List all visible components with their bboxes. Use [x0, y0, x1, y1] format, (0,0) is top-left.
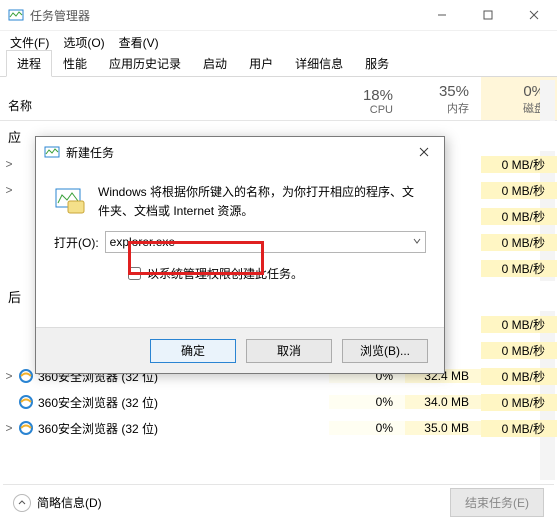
- mem-label: 内存: [447, 100, 469, 116]
- ok-button[interactable]: 确定: [150, 339, 236, 363]
- cell-disk: 0 MB/秒: [481, 394, 557, 411]
- process-icon: [18, 394, 36, 410]
- admin-checkbox[interactable]: [128, 267, 141, 280]
- process-icon: [18, 234, 36, 250]
- cell-disk: 0 MB/秒: [481, 260, 557, 277]
- expand-icon[interactable]: >: [0, 157, 18, 171]
- browse-button[interactable]: 浏览(B)...: [342, 339, 428, 363]
- process-icon: [18, 156, 36, 172]
- cell-mem: 35.0 MB: [405, 421, 481, 435]
- cell-disk: 0 MB/秒: [481, 156, 557, 173]
- app-icon: [8, 7, 24, 23]
- cell-disk: 0 MB/秒: [481, 420, 557, 437]
- run-dialog: 新建任务 Windows 将根据你所键入的名称，为你打开相应的程序、文件夹、文档…: [35, 136, 445, 374]
- footer: 简略信息(D) 结束任务(E): [3, 484, 554, 520]
- run-icon: [54, 183, 86, 215]
- cell-disk: 0 MB/秒: [481, 316, 557, 333]
- tab-users[interactable]: 用户: [238, 50, 284, 77]
- process-icon: [18, 316, 36, 332]
- cell-disk: 0 MB/秒: [481, 182, 557, 199]
- cancel-button[interactable]: 取消: [246, 339, 332, 363]
- tab-processes[interactable]: 进程: [6, 50, 52, 77]
- cell-disk: 0 MB/秒: [481, 368, 557, 385]
- process-name: 360安全浏览器 (32 位): [36, 394, 329, 411]
- brief-info-link[interactable]: 简略信息(D): [37, 494, 102, 511]
- cell-mem: 34.0 MB: [405, 395, 481, 409]
- process-icon: [18, 368, 36, 384]
- minimize-button[interactable]: [419, 0, 465, 30]
- open-input[interactable]: [105, 231, 426, 253]
- process-icon: [18, 260, 36, 276]
- close-button[interactable]: [511, 0, 557, 30]
- dialog-app-icon: [44, 144, 60, 160]
- maximize-button[interactable]: [465, 0, 511, 30]
- tab-startup[interactable]: 启动: [192, 50, 238, 77]
- cpu-pct: 18%: [363, 87, 393, 104]
- expand-icon[interactable]: >: [0, 183, 18, 197]
- process-icon: [18, 420, 36, 436]
- cpu-label: CPU: [370, 104, 393, 116]
- window-title: 任务管理器: [30, 7, 419, 24]
- tab-services[interactable]: 服务: [354, 50, 400, 77]
- cell-cpu: 0%: [329, 395, 405, 409]
- col-memory[interactable]: 35% 内存: [405, 77, 481, 120]
- cell-disk: 0 MB/秒: [481, 234, 557, 251]
- table-row[interactable]: 360安全浏览器 (32 位)0%34.0 MB0 MB/秒: [0, 389, 557, 415]
- col-name[interactable]: 名称: [0, 77, 329, 120]
- process-icon: [18, 342, 36, 358]
- dialog-message: Windows 将根据你所键入的名称，为你打开相应的程序、文件夹、文档或 Int…: [98, 183, 426, 221]
- cell-disk: 0 MB/秒: [481, 342, 557, 359]
- process-icon: [18, 182, 36, 198]
- cell-disk: 0 MB/秒: [481, 208, 557, 225]
- tabs: 进程 性能 应用历史记录 启动 用户 详细信息 服务: [0, 53, 557, 77]
- dialog-title: 新建任务: [66, 144, 404, 161]
- col-cpu[interactable]: 18% CPU: [329, 77, 405, 120]
- admin-label: 以系统管理权限创建此任务。: [147, 265, 303, 282]
- expand-icon[interactable]: >: [0, 369, 18, 383]
- table-row[interactable]: >360安全浏览器 (32 位)0%35.0 MB0 MB/秒: [0, 415, 557, 441]
- end-task-button[interactable]: 结束任务(E): [450, 488, 544, 517]
- process-name: 360安全浏览器 (32 位): [36, 420, 329, 437]
- open-label: 打开(O):: [54, 234, 99, 251]
- mem-pct: 35%: [439, 83, 469, 100]
- process-icon: [18, 208, 36, 224]
- tab-apphistory[interactable]: 应用历史记录: [98, 50, 192, 77]
- titlebar: 任务管理器: [0, 0, 557, 31]
- dialog-close-button[interactable]: [404, 138, 444, 166]
- cell-cpu: 0%: [329, 421, 405, 435]
- column-headers: 名称 18% CPU 35% 内存 0% 磁盘: [0, 77, 557, 121]
- expand-icon[interactable]: >: [0, 421, 18, 435]
- chevron-up-icon[interactable]: [13, 494, 31, 512]
- tab-details[interactable]: 详细信息: [284, 50, 354, 77]
- tab-performance[interactable]: 性能: [52, 50, 98, 77]
